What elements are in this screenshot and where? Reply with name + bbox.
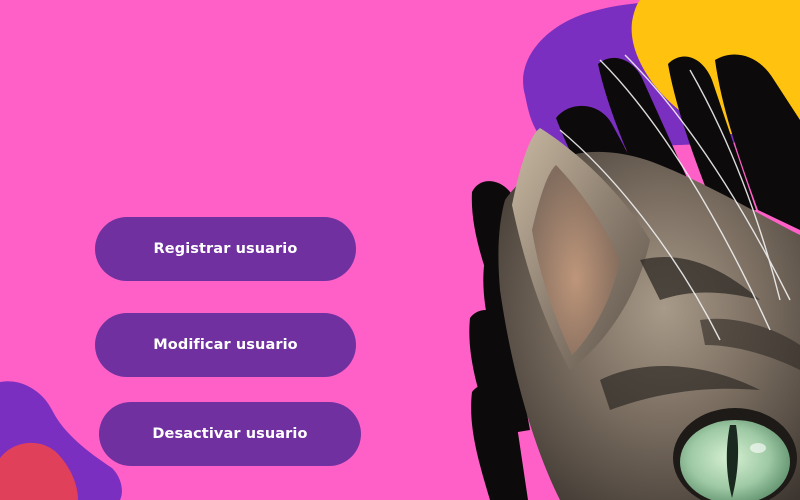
deactivate-user-button[interactable]: Desactivar usuario	[99, 402, 361, 466]
modify-user-button[interactable]: Modificar usuario	[95, 313, 356, 377]
register-user-button[interactable]: Registrar usuario	[95, 217, 356, 281]
app-screen: Registrar usuario Modificar usuario Desa…	[0, 0, 800, 500]
